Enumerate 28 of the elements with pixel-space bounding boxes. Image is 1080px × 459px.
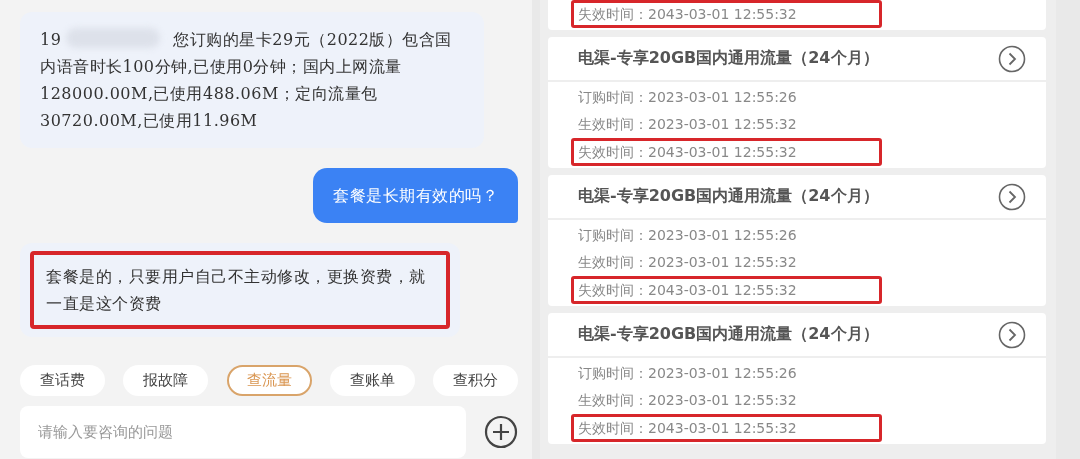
order-date-text: 订购时间：2023-03-01 12:55:26 [578, 88, 797, 107]
order-date-text: 失效时间：2043-03-01 12:55:32 [571, 414, 882, 442]
order-date-text: 生效时间：2023-03-01 12:55:32 [578, 391, 797, 410]
plan-title: 电渠-专享20GB国内通用流量（24个月） [578, 324, 879, 345]
quick-reply-chip[interactable]: 查积分 [433, 365, 518, 396]
quick-reply-chip[interactable]: 查账单 [329, 365, 415, 396]
order-date-text: 失效时间：2043-03-01 12:55:32 [571, 138, 882, 166]
plan-title: 电渠-专享20GB国内通用流量（24个月） [578, 48, 879, 69]
order-card-header[interactable]: 电渠-专享20GB国内通用流量（24个月） [548, 175, 1046, 218]
order-date-text: 订购时间：2023-03-01 12:55:26 [578, 364, 797, 383]
question-input-field[interactable]: 请输入要咨询的问题 [20, 406, 466, 458]
order-date-text: 失效时间：2043-03-01 12:55:32 [571, 0, 882, 28]
quick-reply-chip[interactable]: 查话费 [20, 365, 105, 396]
order-date-text: 生效时间：2023-03-01 12:55:32 [578, 253, 797, 272]
order-card-header[interactable]: 电渠-专享20GB国内通用流量（24个月） [548, 313, 1046, 356]
message-text: 套餐是的，只要用户自己不主动修改，更换资费，就一直是这个资费 [30, 251, 450, 329]
order-date-text: 生效时间：2023-03-01 12:55:32 [578, 115, 797, 134]
message-text: 19 您订购的星卡29元（2022版）包含国内语音时长100分钟,已使用0分钟；国内上网流量128000.00M,已使用488.06M；定向流量包30720.00M,已使用11.96M [40, 29, 453, 132]
quick-reply-chip[interactable]: 报故障 [123, 365, 209, 396]
order-date-text: 订购时间：2023-03-01 12:55:26 [578, 226, 797, 245]
plan-title: 电渠-专享20GB国内通用流量（24个月） [578, 186, 879, 207]
order-date-text: 失效时间：2043-03-01 12:55:32 [571, 276, 882, 304]
chevron-right-icon[interactable] [998, 320, 1026, 349]
order-card-header[interactable]: 电渠-专享20GB国内通用流量（24个月） [548, 37, 1046, 80]
chevron-right-icon[interactable] [998, 182, 1026, 211]
message-text: 套餐是长期有效的吗？ [333, 185, 498, 207]
add-icon[interactable] [484, 415, 518, 449]
chevron-right-icon[interactable] [998, 44, 1026, 73]
